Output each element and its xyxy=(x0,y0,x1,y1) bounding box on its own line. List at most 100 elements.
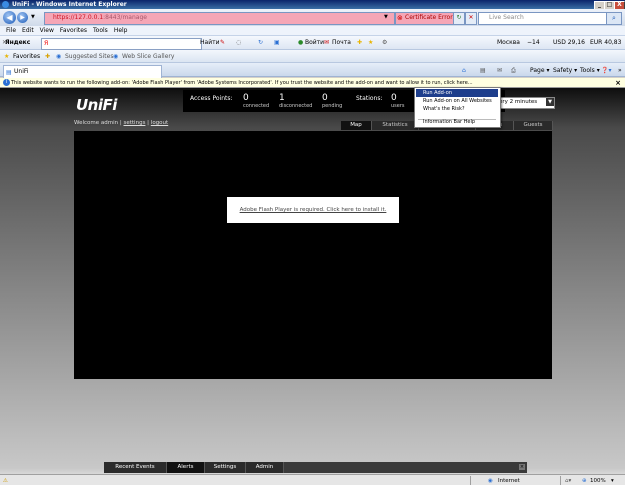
settings-link[interactable]: settings xyxy=(124,120,146,126)
yandex-find-button[interactable]: Найти xyxy=(200,39,219,47)
bottom-panel: Recent Events Alerts Settings Admin × xyxy=(104,462,527,473)
menu-run-addon-all[interactable]: Run Add-on on All Websites xyxy=(416,97,498,105)
disconnected-count: 1 xyxy=(279,93,285,103)
print-icon[interactable]: ⎙ xyxy=(511,67,516,75)
ie-site-icon: ◉ xyxy=(56,53,62,60)
protected-mode-icon[interactable]: ⌂▾ xyxy=(565,477,571,485)
url-path: :8443/manage xyxy=(103,14,147,21)
star-icon[interactable]: ★ xyxy=(368,39,373,47)
menu-edit[interactable]: Edit xyxy=(22,26,34,36)
unifi-logo: UniFi xyxy=(76,96,117,114)
page-icon[interactable]: ▣ xyxy=(274,39,280,47)
flash-required-box: Adobe Flash Player is required. Click he… xyxy=(227,197,399,223)
temperature-label[interactable]: −14 xyxy=(527,39,540,47)
menu-help[interactable]: Help xyxy=(114,26,128,36)
address-row: ◀ ▶ ▼ https://127.0.0.1:8443/manage ▼ Ce… xyxy=(0,9,625,26)
yandex-search-input[interactable]: Я xyxy=(41,38,202,50)
home-icon[interactable]: ⌂ xyxy=(462,67,466,75)
page-menu[interactable]: Page ▾ xyxy=(530,67,549,75)
logout-link[interactable]: logout xyxy=(151,120,168,126)
web-slice-icon: ◉ xyxy=(113,53,119,60)
refresh-interval-select[interactable]: ery 2 minutes ▼ xyxy=(497,97,555,109)
tab-title: UniFi xyxy=(14,68,29,75)
speech-icon[interactable]: ◌ xyxy=(236,39,241,47)
feeds-icon[interactable]: ▤ xyxy=(480,67,486,75)
menu-view[interactable]: View xyxy=(40,26,54,36)
status-separator xyxy=(470,476,471,485)
tab-alerts[interactable]: Alerts xyxy=(167,462,205,473)
tab-settings-bottom[interactable]: Settings xyxy=(205,462,246,473)
status-separator xyxy=(560,476,561,485)
zoom-dropdown-icon[interactable]: ▾ xyxy=(611,477,614,485)
globe-icon: ◉ xyxy=(488,478,493,484)
refresh-interval-value: ery 2 minutes xyxy=(499,99,538,105)
unifi-page: UniFi Welcome admin | settings | logout … xyxy=(0,88,625,474)
usd-rate[interactable]: USD 29,16 xyxy=(553,39,585,47)
tab-unifi[interactable]: ▤ UniFi xyxy=(3,65,162,78)
welcome-text: Welcome admin xyxy=(74,120,119,126)
mail-icon: ✉ xyxy=(324,39,330,46)
tab-statistics[interactable]: Statistics xyxy=(372,121,419,130)
safety-menu[interactable]: Safety ▾ xyxy=(553,67,577,75)
tab-guests[interactable]: Guests xyxy=(514,121,553,130)
mail-read-icon[interactable]: ✉ xyxy=(497,67,502,75)
menu-info-bar-help[interactable]: Information Bar Help xyxy=(416,118,498,126)
title-bar: UniFi - Windows Internet Explorer _ □ X xyxy=(0,0,625,10)
addon-context-menu: Run Add-on Run Add-on on All Websites Wh… xyxy=(414,87,501,128)
suggested-sites-link[interactable]: Suggested Sites xyxy=(65,53,113,61)
stop-icon[interactable]: ✕ xyxy=(465,12,477,25)
url-field[interactable]: https://127.0.0.1:8443/manage xyxy=(44,12,395,25)
yandex-login[interactable]: Войти xyxy=(305,39,324,47)
city-label[interactable]: Москва xyxy=(497,39,520,47)
eur-rate[interactable]: EUR 40,83 xyxy=(590,39,621,47)
menu-whats-the-risk[interactable]: What's the Risk? xyxy=(416,105,498,113)
tab-row: ▤ UniFi ⌂ ▤ ✉ ⎙ Page ▾ Safety ▾ Tools ▾ … xyxy=(0,63,625,78)
map-canvas[interactable]: Adobe Flash Player is required. Click he… xyxy=(74,131,552,379)
information-bar[interactable]: i This website wants to run the followin… xyxy=(0,78,625,88)
add-favorites-icon[interactable]: ✚ xyxy=(45,53,50,61)
favorites-add-icon[interactable]: ✚ xyxy=(357,39,362,47)
tab-admin[interactable]: Admin xyxy=(246,462,284,473)
gear-icon[interactable]: ⚙ xyxy=(382,39,387,47)
recent-pages-chevron-icon[interactable]: ▼ xyxy=(31,14,35,20)
refresh-icon[interactable]: ↻ xyxy=(453,12,465,25)
search-icon[interactable]: ⌕ xyxy=(606,12,622,25)
menu-bar: File Edit View Favorites Tools Help xyxy=(0,26,625,36)
tools-menu[interactable]: Tools ▾ xyxy=(580,67,600,75)
favorites-button[interactable]: Favorites xyxy=(13,53,40,61)
users-label: users xyxy=(391,103,405,109)
window-title: UniFi - Windows Internet Explorer xyxy=(12,1,127,8)
yandex-mail[interactable]: Почта xyxy=(332,39,351,47)
zone-label: Internet xyxy=(498,478,520,484)
menu-tools[interactable]: Tools xyxy=(93,26,108,36)
tab-map[interactable]: Map xyxy=(341,121,372,130)
panel-close-icon[interactable]: × xyxy=(519,464,525,470)
tab-page-icon: ▤ xyxy=(6,69,12,76)
menu-favorites[interactable]: Favorites xyxy=(60,26,87,36)
back-button[interactable]: ◀ xyxy=(3,11,16,24)
chevron-down-icon: ▼ xyxy=(546,98,554,106)
zoom-level[interactable]: 100% xyxy=(590,477,606,485)
favorites-star-icon: ★ xyxy=(4,53,10,60)
tab-recent-events[interactable]: Recent Events xyxy=(104,462,167,473)
help-icon[interactable]: ❓▾ xyxy=(601,67,611,75)
info-bar-close-icon[interactable]: × xyxy=(615,78,621,88)
forward-button[interactable]: ▶ xyxy=(17,12,28,23)
menu-run-addon[interactable]: Run Add-on xyxy=(416,89,498,97)
more-icon[interactable]: » xyxy=(618,67,622,75)
live-search-input[interactable]: Live Search xyxy=(478,12,616,25)
refresh-toolbar-icon[interactable]: ↻ xyxy=(258,39,263,47)
status-warning-icon: ⚠ xyxy=(3,478,8,484)
yandex-toolbar: ✕ Яндекс Я Найти ✎ ◌ ↻ ▣ ● Войти ✉ Почта… xyxy=(0,36,625,50)
yandex-logo[interactable]: Яндекс xyxy=(5,39,30,46)
certificate-error-button[interactable]: Certificate Error xyxy=(395,12,461,25)
welcome-area: Welcome admin | settings | logout xyxy=(74,120,169,126)
url-dropdown-icon[interactable]: ▼ xyxy=(384,14,388,20)
install-flash-link[interactable]: Adobe Flash Player is required. Click he… xyxy=(240,207,387,213)
pen-icon[interactable]: ✎ xyxy=(220,39,225,47)
ie-icon xyxy=(2,1,9,8)
web-slice-gallery-link[interactable]: Web Slice Gallery xyxy=(122,53,174,61)
stations-label: Stations: xyxy=(356,95,383,102)
zoom-icon[interactable]: ⊕ xyxy=(582,477,587,485)
menu-file[interactable]: File xyxy=(6,26,16,36)
